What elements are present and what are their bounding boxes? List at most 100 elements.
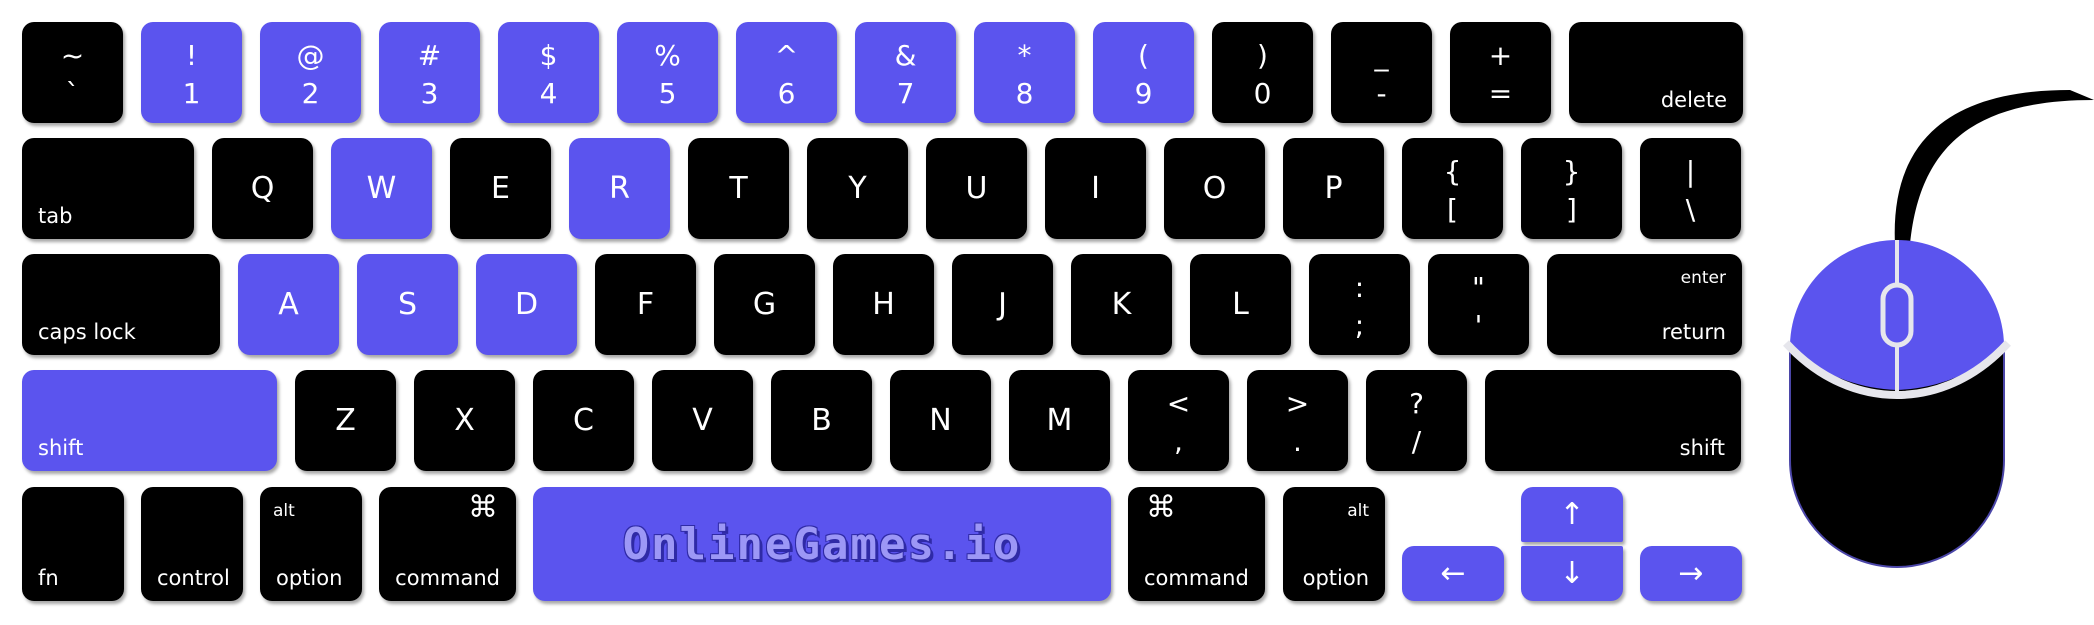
key-symbol[interactable]: {[ bbox=[1402, 138, 1503, 239]
key-label: C bbox=[573, 403, 594, 438]
key-t[interactable]: T bbox=[688, 138, 789, 239]
key-label: - bbox=[1376, 77, 1387, 110]
key-symbol[interactable]: <, bbox=[1128, 370, 1229, 471]
key-a[interactable]: A bbox=[238, 254, 339, 355]
key-symbol[interactable]: ^ 6 bbox=[736, 22, 837, 123]
key-label: F bbox=[636, 287, 655, 322]
key-label: 4 bbox=[539, 77, 558, 110]
key-u[interactable]: U bbox=[926, 138, 1027, 239]
key-shift-label: ? bbox=[1409, 387, 1424, 420]
key-symbol[interactable]: :; bbox=[1309, 254, 1410, 355]
key-label: A bbox=[278, 287, 299, 322]
key-arrow-up[interactable]: ↑ bbox=[1521, 487, 1623, 542]
key-symbol[interactable]: _ - bbox=[1331, 22, 1432, 123]
key-label: Y bbox=[848, 171, 867, 206]
key-c[interactable]: C bbox=[533, 370, 634, 471]
key-shift-label: @ bbox=[296, 39, 325, 72]
key-label: O bbox=[1202, 171, 1227, 206]
key-sublabel: alt bbox=[1347, 501, 1369, 521]
key-shift-label: ! bbox=[185, 39, 198, 72]
key-option-right[interactable]: alt option bbox=[1283, 487, 1385, 601]
key-label: X bbox=[454, 403, 475, 438]
key-delete[interactable]: delete bbox=[1569, 22, 1743, 123]
key-d[interactable]: D bbox=[476, 254, 577, 355]
key-symbol[interactable]: #3 bbox=[379, 22, 480, 123]
key-control[interactable]: control bbox=[141, 487, 243, 601]
key-g[interactable]: G bbox=[714, 254, 815, 355]
key-r[interactable]: R bbox=[569, 138, 670, 239]
key-j[interactable]: J bbox=[952, 254, 1053, 355]
key-p[interactable]: P bbox=[1283, 138, 1384, 239]
key-l[interactable]: L bbox=[1190, 254, 1291, 355]
key-symbol[interactable]: >. bbox=[1247, 370, 1348, 471]
key-option-left[interactable]: alt option bbox=[260, 487, 362, 601]
key-symbol[interactable]: (9 bbox=[1093, 22, 1194, 123]
key-m[interactable]: M bbox=[1009, 370, 1110, 471]
key-n[interactable]: N bbox=[890, 370, 991, 471]
key-caps-lock[interactable]: caps lock bbox=[22, 254, 220, 355]
key-label: E bbox=[491, 171, 510, 206]
key-symbol[interactable]: | \ bbox=[1640, 138, 1741, 239]
key-label: J bbox=[998, 287, 1007, 322]
key-k[interactable]: K bbox=[1071, 254, 1172, 355]
key-label: 9 bbox=[1134, 77, 1153, 110]
key-symbol[interactable]: " ' bbox=[1428, 254, 1529, 355]
key-label: . bbox=[1293, 425, 1302, 458]
key-e[interactable]: E bbox=[450, 138, 551, 239]
key-label: 2 bbox=[301, 77, 320, 110]
command-icon: ⌘ bbox=[1146, 490, 1176, 525]
key-symbol[interactable]: ~ ` bbox=[22, 22, 123, 123]
key-arrow-down[interactable]: ↓ bbox=[1521, 546, 1623, 601]
key-shift-left[interactable]: shift bbox=[22, 370, 277, 471]
key-b[interactable]: B bbox=[771, 370, 872, 471]
key-shift-label: ~ bbox=[60, 39, 85, 72]
key-shift-label: $ bbox=[539, 39, 558, 72]
key-v[interactable]: V bbox=[652, 370, 753, 471]
key-label: S bbox=[397, 287, 418, 322]
key-symbol[interactable]: * 8 bbox=[974, 22, 1075, 123]
key-tab[interactable]: tab bbox=[22, 138, 194, 239]
key-symbol[interactable]: ) 0 bbox=[1212, 22, 1313, 123]
key-symbol[interactable]: & 7 bbox=[855, 22, 956, 123]
key-symbol[interactable]: + = bbox=[1450, 22, 1551, 123]
key-o[interactable]: O bbox=[1164, 138, 1265, 239]
key-label: option bbox=[1302, 566, 1369, 590]
key-label: Z bbox=[335, 403, 356, 438]
key-shift-right[interactable]: shift bbox=[1485, 370, 1741, 471]
key-x[interactable]: X bbox=[414, 370, 515, 471]
key-h[interactable]: H bbox=[833, 254, 934, 355]
key-space[interactable]: OnlineGames.io bbox=[533, 487, 1111, 601]
key-f[interactable]: F bbox=[595, 254, 696, 355]
key-symbol[interactable]: ? / bbox=[1366, 370, 1467, 471]
key-arrow-right[interactable]: → bbox=[1640, 546, 1742, 601]
key-label: H bbox=[872, 287, 895, 322]
key-shift-label: " bbox=[1472, 271, 1485, 304]
key-symbol[interactable]: $4 bbox=[498, 22, 599, 123]
key-label: D bbox=[514, 287, 539, 322]
key-z[interactable]: Z bbox=[295, 370, 396, 471]
key-label: B bbox=[811, 403, 832, 438]
key-label: 3 bbox=[420, 77, 439, 110]
key-shift-label: _ bbox=[1374, 39, 1389, 72]
key-shift-label: : bbox=[1354, 271, 1365, 304]
key-q[interactable]: Q bbox=[212, 138, 313, 239]
key-symbol[interactable]: ! 1 bbox=[141, 22, 242, 123]
key-w[interactable]: W bbox=[331, 138, 432, 239]
key-label: L bbox=[1232, 287, 1249, 322]
key-label: U bbox=[965, 171, 988, 206]
key-i[interactable]: I bbox=[1045, 138, 1146, 239]
key-y[interactable]: Y bbox=[807, 138, 908, 239]
key-sublabel: alt bbox=[273, 501, 295, 521]
key-shift-label: < bbox=[1166, 387, 1191, 420]
mouse-icon bbox=[1783, 90, 2094, 568]
key-symbol[interactable]: @2 bbox=[260, 22, 361, 123]
key-symbol[interactable]: }] bbox=[1521, 138, 1622, 239]
key-command-left[interactable]: ⌘ command bbox=[379, 487, 516, 601]
key-fn[interactable]: fn bbox=[22, 487, 124, 601]
key-arrow-left[interactable]: ← bbox=[1402, 546, 1504, 601]
key-symbol[interactable]: % 5 bbox=[617, 22, 718, 123]
key-label: T bbox=[729, 171, 748, 206]
key-s[interactable]: S bbox=[357, 254, 458, 355]
key-return[interactable]: return enter bbox=[1547, 254, 1742, 355]
key-command-right[interactable]: ⌘ command bbox=[1128, 487, 1265, 601]
